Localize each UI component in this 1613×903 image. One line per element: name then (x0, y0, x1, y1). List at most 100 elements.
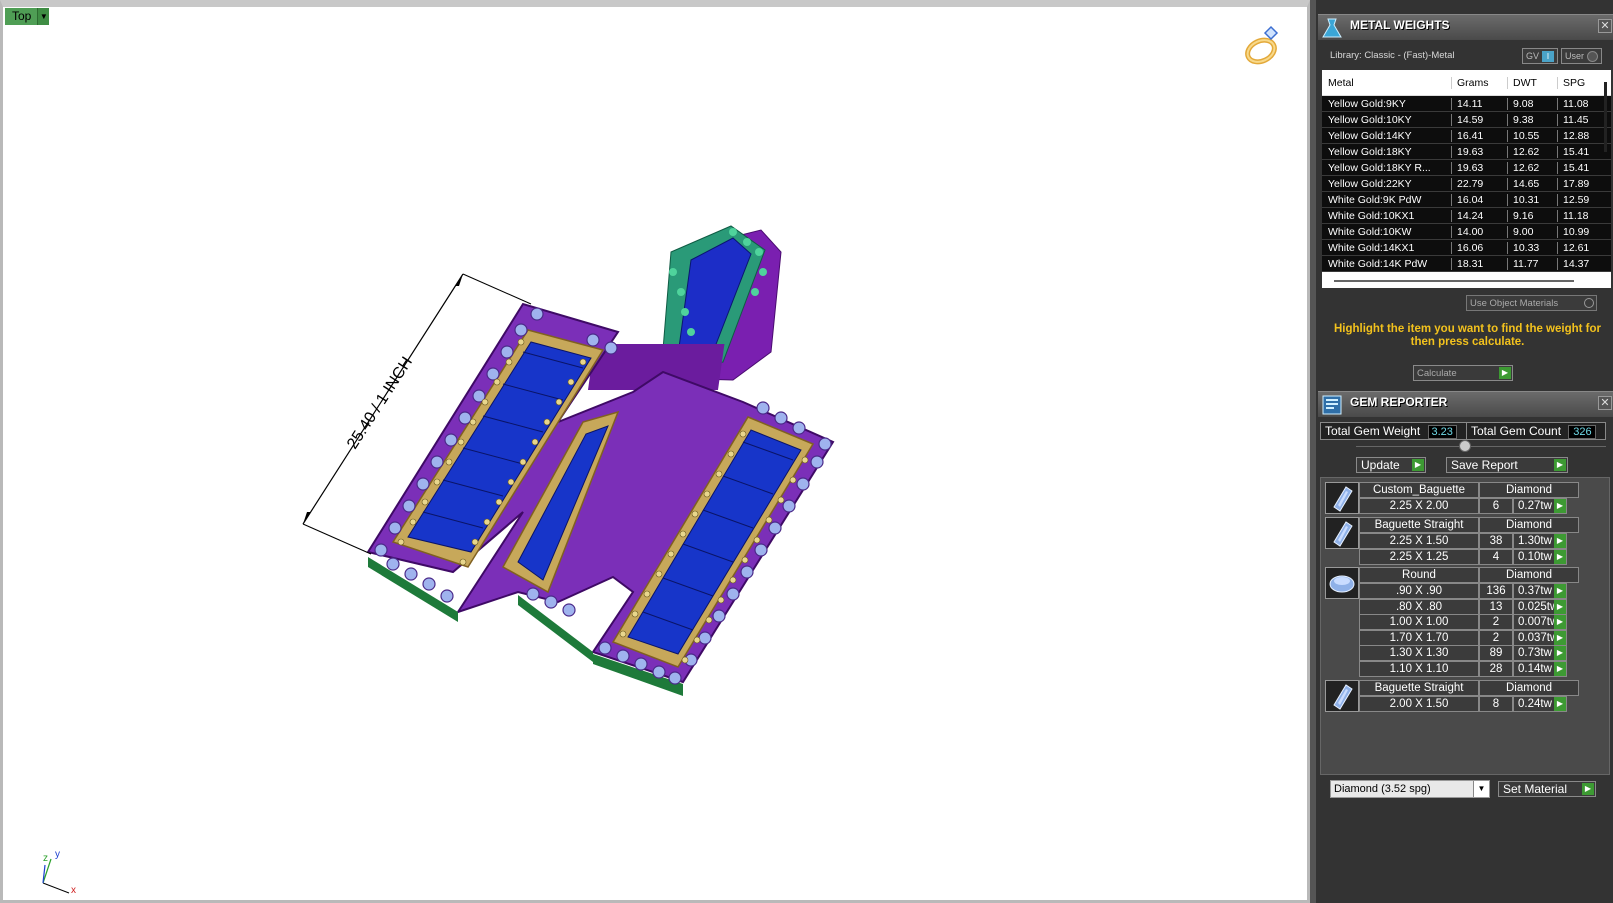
column-header[interactable]: Metal (1322, 76, 1452, 89)
table-row[interactable]: White Gold:14K PdW 18.31 11.77 14.37 (1322, 256, 1611, 272)
vertical-scrollbar[interactable] (1604, 82, 1607, 152)
play-arrow-icon[interactable]: ▶ (1554, 584, 1566, 598)
gem-total-weight-value: 0.24tw (1518, 698, 1552, 710)
use-object-materials-label: Use Object Materials (1470, 298, 1559, 309)
gem-count: 38 (1479, 533, 1513, 549)
gem-group-header: Custom_Baguette Diamond (1359, 482, 1579, 498)
play-arrow-icon: ▶ (1412, 459, 1424, 471)
close-icon[interactable]: ✕ (1598, 396, 1612, 410)
play-arrow-icon[interactable]: ▶ (1554, 661, 1566, 676)
gem-size: 2.25 X 1.50 (1359, 533, 1479, 549)
gem-size-row[interactable]: 1.00 X 1.00 2 0.007tw ▶ (1359, 614, 1567, 630)
gem-size-row[interactable]: 1.30 X 1.30 89 0.73tw ▶ (1359, 645, 1567, 661)
use-object-materials-toggle[interactable]: Use Object Materials (1466, 295, 1597, 311)
chevron-down-icon[interactable]: ▼ (37, 8, 50, 25)
calculate-button[interactable]: Calculate ▶ (1413, 365, 1513, 381)
table-cell: 16.41 (1452, 129, 1508, 142)
table-row[interactable]: Yellow Gold:18KY R... 19.63 12.62 15.41 (1322, 160, 1611, 176)
gem-material: Diamond (1479, 517, 1579, 533)
gem-count: 2 (1479, 614, 1513, 630)
gv-toggle-label: GV (1526, 51, 1540, 61)
play-arrow-icon[interactable]: ▶ (1554, 549, 1566, 564)
gem-material: Diamond (1479, 567, 1579, 583)
table-cell: 10.55 (1508, 129, 1558, 142)
play-arrow-icon[interactable]: ▶ (1554, 630, 1566, 645)
gem-total-weight: 0.10tw ▶ (1513, 548, 1567, 565)
round-gem-icon[interactable] (1325, 567, 1359, 599)
table-cell: 14.11 (1452, 97, 1508, 110)
gem-total-weight: 0.73tw ▶ (1513, 645, 1567, 661)
table-row[interactable]: White Gold:9K PdW 16.04 10.31 12.59 (1322, 192, 1611, 208)
play-arrow-icon[interactable]: ▶ (1554, 534, 1566, 548)
play-arrow-icon[interactable]: ▶ (1554, 615, 1566, 629)
gem-size-row[interactable]: 2.25 X 1.25 4 0.10tw ▶ (1359, 548, 1567, 565)
gem-size-row[interactable]: 2.25 X 1.50 38 1.30tw ▶ (1359, 533, 1567, 549)
gem-total-weight-value: 0.37tw (1518, 585, 1552, 597)
gem-total-weight-value: 0.007tw (1518, 616, 1559, 628)
table-row[interactable]: Yellow Gold:10KY 14.59 9.38 11.45 (1322, 112, 1611, 128)
play-arrow-icon: ▶ (1582, 783, 1594, 795)
gem-material: Diamond (1479, 680, 1579, 696)
divider (1356, 446, 1606, 447)
set-material-button[interactable]: Set Material ▶ (1498, 781, 1596, 797)
table-cell: Yellow Gold:10KY (1322, 113, 1452, 126)
save-report-button[interactable]: Save Report ▶ (1446, 457, 1568, 473)
total-gem-weight-label: Total Gem Weight (1325, 424, 1421, 438)
gem-list[interactable]: Custom_Baguette Diamond 2.25 X 2.00 6 0.27tw… (1320, 477, 1610, 775)
table-row[interactable]: White Gold:14KX1 16.06 10.33 12.61 (1322, 240, 1611, 256)
pendant-model[interactable]: 25.40 / 1 INCH (293, 212, 853, 712)
gem-total-weight-value: 0.27tw (1518, 500, 1552, 512)
gem-size-row[interactable]: .90 X .90 136 0.37tw ▶ (1359, 583, 1567, 599)
play-arrow-icon[interactable]: ▶ (1554, 599, 1566, 614)
gem-size: .80 X .80 (1359, 598, 1479, 615)
update-label: Update (1361, 458, 1400, 472)
table-row[interactable]: White Gold:10KX1 14.24 9.16 11.18 (1322, 208, 1611, 224)
baguette-gem-icon[interactable] (1325, 517, 1359, 549)
gem-size: 2.25 X 1.25 (1359, 548, 1479, 565)
horizontal-scrollbar[interactable] (1334, 280, 1574, 282)
table-row[interactable]: Yellow Gold:9KY 14.11 9.08 11.08 (1322, 96, 1611, 112)
play-arrow-icon[interactable]: ▶ (1554, 697, 1566, 711)
metal-weights-header: METAL WEIGHTS ✕ (1318, 14, 1613, 40)
table-cell: 9.38 (1508, 113, 1558, 126)
gem-size-row[interactable]: .80 X .80 13 0.025tw ▶ (1359, 598, 1567, 615)
table-row[interactable]: Yellow Gold:18KY 19.63 12.62 15.41 (1322, 144, 1611, 160)
baguette-gem-icon[interactable] (1325, 482, 1359, 514)
table-row[interactable]: Yellow Gold:22KY 22.79 14.65 17.89 (1322, 176, 1611, 192)
column-header[interactable]: SPG (1558, 77, 1598, 89)
table-cell: 11.77 (1508, 257, 1558, 270)
table-cell: 18.31 (1452, 257, 1508, 270)
column-header[interactable]: DWT (1508, 76, 1558, 89)
column-header[interactable]: Grams (1452, 76, 1508, 89)
gem-shape: Round (1359, 567, 1479, 583)
baguette-gem-icon[interactable] (1325, 680, 1359, 712)
3d-viewport[interactable]: Top ▼ 25.40 / 1 INCH y z x (0, 0, 1310, 903)
gv-toggle[interactable]: GV I (1522, 48, 1559, 64)
close-icon[interactable]: ✕ (1598, 19, 1612, 33)
table-cell: 10.99 (1563, 225, 1590, 238)
collapse-handle-icon[interactable] (1459, 440, 1471, 452)
view-name-dropdown[interactable]: Top ▼ (5, 8, 50, 25)
report-icon (1322, 395, 1342, 414)
material-select[interactable]: Diamond (3.52 spg) ▼ (1330, 780, 1490, 798)
axis-y-label: y (55, 849, 60, 860)
chevron-down-icon[interactable]: ▼ (1473, 781, 1489, 797)
gem-size-row[interactable]: 1.10 X 1.10 28 0.14tw ▶ (1359, 660, 1567, 677)
metal-table[interactable]: Metal Grams DWT SPG Yellow Gold:9KY 14.11… (1322, 70, 1611, 288)
gem-size-row[interactable]: 1.70 X 1.70 2 0.037tw ▶ (1359, 629, 1567, 646)
table-row[interactable]: White Gold:10KW 14.00 9.00 10.99 (1322, 224, 1611, 240)
gem-group-header: Baguette Straight Diamond (1359, 680, 1579, 696)
update-button[interactable]: Update ▶ (1356, 457, 1426, 473)
play-arrow-icon[interactable]: ▶ (1554, 499, 1566, 513)
gem-size: 1.10 X 1.10 (1359, 660, 1479, 677)
user-toggle[interactable]: User (1561, 48, 1603, 64)
gem-size-row[interactable]: 2.00 X 1.50 8 0.24tw ▶ (1359, 696, 1567, 712)
play-arrow-icon[interactable]: ▶ (1554, 646, 1566, 660)
ring-icon[interactable] (1243, 23, 1283, 67)
gem-total-weight-value: 0.14tw (1518, 662, 1552, 675)
table-row[interactable]: Yellow Gold:14KY 16.41 10.55 12.88 (1322, 128, 1611, 144)
play-arrow-icon: ▶ (1554, 459, 1566, 471)
gem-size-row[interactable]: 2.25 X 2.00 6 0.27tw ▶ (1359, 498, 1567, 514)
material-select-value: Diamond (3.52 spg) (1334, 783, 1431, 795)
table-cell: 12.62 (1508, 145, 1558, 158)
